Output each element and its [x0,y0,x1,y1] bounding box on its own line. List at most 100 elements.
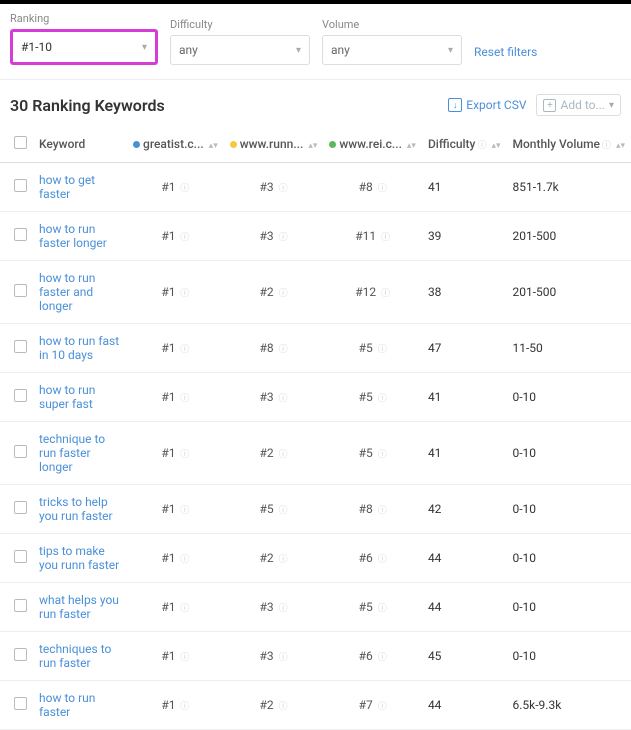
sort-icon[interactable]: ▴▾ [308,144,317,149]
info-icon[interactable]: ⓘ [180,702,189,712]
info-icon[interactable]: ⓘ [279,289,288,299]
info-icon[interactable]: ⓘ [279,184,288,194]
keyword-link[interactable]: techniques to run faster [39,642,111,670]
row-checkbox[interactable] [14,648,27,661]
info-icon[interactable]: ⓘ [602,141,611,151]
difficulty-cell: 44 [422,681,507,730]
keyword-link[interactable]: how to run faster longer [39,222,107,250]
info-icon[interactable]: ⓘ [180,233,189,243]
info-icon[interactable]: ⓘ [180,604,189,614]
difficulty-cell: 41 [422,163,507,212]
info-icon[interactable]: ⓘ [279,653,288,663]
keyword-link[interactable]: how to run super fast [39,383,95,411]
keyword-link[interactable]: tips to make you runn faster [39,544,119,572]
keyword-link[interactable]: technique to run faster longer [39,432,105,474]
info-icon[interactable]: ⓘ [180,289,189,299]
filter-bar: Ranking #1-10 ▾ Difficulty any ▾ Volume … [0,4,631,80]
info-icon[interactable]: ⓘ [180,653,189,663]
volume-select[interactable]: any ▾ [322,35,462,65]
col-difficulty[interactable]: Difficultyⓘ ▴▾ [422,126,507,163]
col-site3[interactable]: www.rei.c... ▴▾ [323,126,422,163]
rank-site2: #3 ⓘ [224,373,324,422]
info-icon[interactable]: ⓘ [378,555,387,565]
sort-icon[interactable]: ▴▾ [407,144,416,149]
row-checkbox[interactable] [14,340,27,353]
select-all-checkbox[interactable] [14,136,27,149]
info-icon[interactable]: ⓘ [279,555,288,565]
row-checkbox[interactable] [14,697,27,710]
volume-cell: 0-10 [506,373,631,422]
row-checkbox[interactable] [14,179,27,192]
table-row: tricks to help you run faster#1 ⓘ#5 ⓘ#8 … [0,485,631,534]
info-icon[interactable]: ⓘ [381,289,390,299]
info-icon[interactable]: ⓘ [279,450,288,460]
keyword-link[interactable]: how to get faster [39,173,95,201]
rank-site1: #1 ⓘ [127,324,224,373]
row-checkbox[interactable] [14,501,27,514]
ranking-value: #1-10 [21,40,52,54]
col-keyword[interactable]: Keyword [33,126,127,163]
col-volume[interactable]: Monthly Volumeⓘ ▴▾ [506,126,631,163]
rank-site3: #5 ⓘ [323,583,422,632]
sort-icon[interactable]: ▴▾ [616,144,625,149]
info-icon[interactable]: ⓘ [378,184,387,194]
difficulty-select[interactable]: any ▾ [170,35,310,65]
keyword-link[interactable]: what helps you run faster [39,593,119,621]
info-icon[interactable]: ⓘ [279,506,288,516]
keyword-link[interactable]: how to run faster [39,691,95,719]
sort-icon[interactable]: ▴▾ [209,144,218,149]
difficulty-cell: 45 [422,632,507,681]
info-icon[interactable]: ⓘ [180,394,189,404]
row-checkbox[interactable] [14,599,27,612]
info-icon[interactable]: ⓘ [180,450,189,460]
info-icon[interactable]: ⓘ [279,345,288,355]
keyword-link[interactable]: how to run fast in 10 days [39,334,119,362]
export-csv-button[interactable]: ↓ Export CSV [448,98,526,112]
info-icon[interactable]: ⓘ [279,233,288,243]
ranking-select[interactable]: #1-10 ▾ [10,29,158,65]
info-icon[interactable]: ⓘ [378,394,387,404]
info-icon[interactable]: ⓘ [378,450,387,460]
info-icon[interactable]: ⓘ [279,702,288,712]
info-icon[interactable]: ⓘ [378,604,387,614]
rank-site2: #3 ⓘ [224,163,324,212]
difficulty-value: any [179,43,198,57]
difficulty-cell: 44 [422,534,507,583]
info-icon[interactable]: ⓘ [180,555,189,565]
reset-filters-link[interactable]: Reset filters [474,45,537,65]
volume-cell: 6.5k-9.3k [506,681,631,730]
table-row: how to run faster#1 ⓘ#2 ⓘ#7 ⓘ446.5k-9.3k [0,681,631,730]
info-icon[interactable]: ⓘ [378,506,387,516]
rank-site1: #1 ⓘ [127,373,224,422]
info-icon[interactable]: ⓘ [378,653,387,663]
difficulty-cell: 39 [422,212,507,261]
col-site1[interactable]: greatist.c... ▴▾ [127,126,224,163]
row-checkbox[interactable] [14,284,27,297]
info-icon[interactable]: ⓘ [378,702,387,712]
info-icon[interactable]: ⓘ [279,604,288,614]
filter-ranking-label: Ranking [10,12,158,25]
info-icon[interactable]: ⓘ [378,345,387,355]
info-icon[interactable]: ⓘ [279,394,288,404]
rank-site3: #7 ⓘ [323,681,422,730]
info-icon[interactable]: ⓘ [180,506,189,516]
volume-cell: 0-10 [506,422,631,485]
filter-volume: Volume any ▾ [322,18,462,65]
keyword-link[interactable]: tricks to help you run faster [39,495,113,523]
row-checkbox[interactable] [14,550,27,563]
keyword-link[interactable]: how to run faster and longer [39,271,95,313]
info-icon[interactable]: ⓘ [180,345,189,355]
col-site2[interactable]: www.runn... ▴▾ [224,126,324,163]
info-icon[interactable]: ⓘ [180,184,189,194]
info-icon[interactable]: ⓘ [381,233,390,243]
rank-site2: #2 ⓘ [224,422,324,485]
row-checkbox[interactable] [14,228,27,241]
sort-icon[interactable]: ▴▾ [491,144,500,149]
row-checkbox[interactable] [14,445,27,458]
info-icon[interactable]: ⓘ [477,141,486,151]
header-actions: ↓ Export CSV + Add to... ▾ [448,94,621,116]
rank-site2: #5 ⓘ [224,485,324,534]
row-checkbox[interactable] [14,389,27,402]
add-to-button[interactable]: + Add to... ▾ [536,94,621,116]
rank-site2: #3 ⓘ [224,212,324,261]
